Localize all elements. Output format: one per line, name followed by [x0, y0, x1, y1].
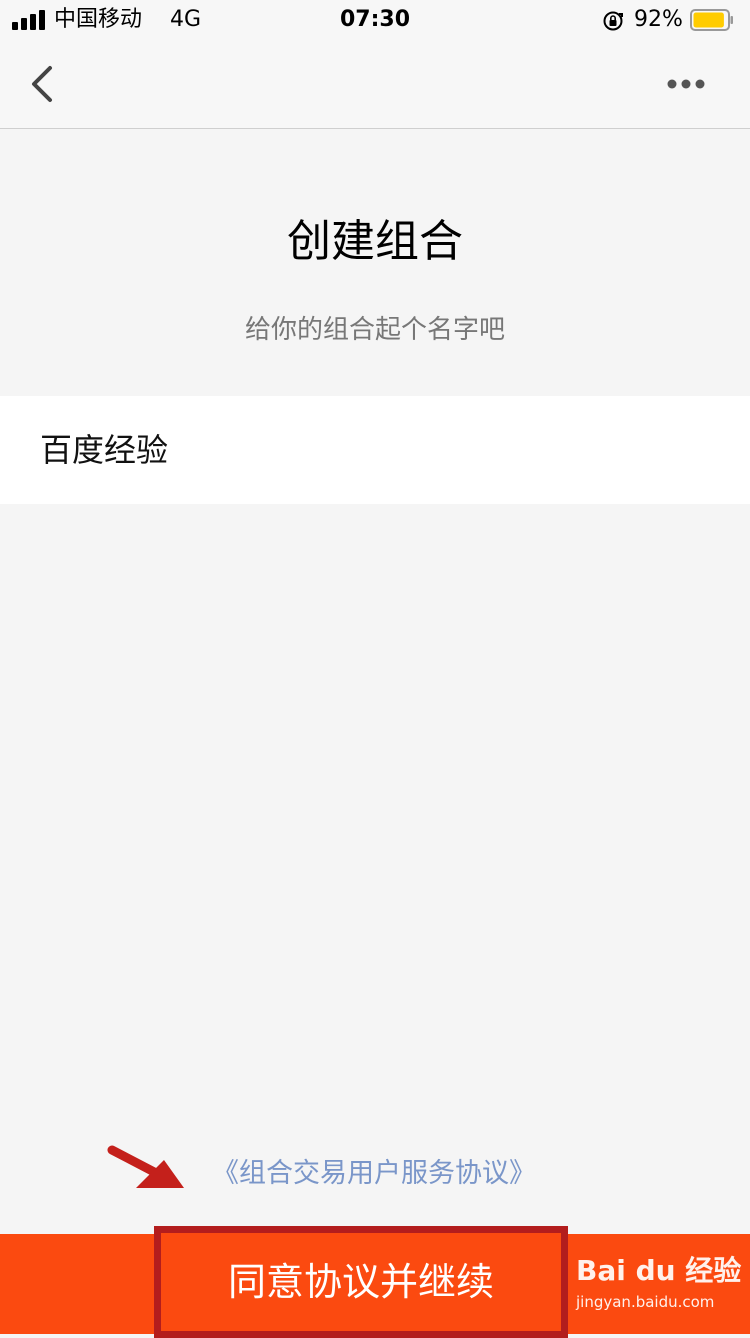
chevron-left-icon[interactable]	[22, 62, 62, 106]
battery-percent: 92%	[634, 7, 683, 32]
name-input-row	[0, 396, 750, 504]
status-bar: 中国移动 4G 07:30 92%	[0, 0, 750, 40]
agree-continue-button[interactable]: 同意协议并继续	[154, 1226, 568, 1338]
page-title: 创建组合	[287, 216, 463, 267]
navigation-bar	[0, 40, 750, 129]
watermark-url: jingyan.baidu.com	[576, 1293, 715, 1311]
baidu-jingyan-watermark: Bai du 经验 jingyan.baidu.com	[574, 1254, 741, 1320]
watermark-brand: Bai du 经验	[576, 1254, 742, 1287]
battery-icon	[690, 9, 733, 31]
annotation-arrow-icon	[107, 1145, 184, 1188]
portfolio-name-input[interactable]	[40, 424, 700, 476]
service-agreement-link[interactable]: 《组合交易用户服务协议》	[212, 1154, 536, 1194]
more-dots-icon[interactable]	[662, 70, 710, 98]
orientation-lock-icon	[603, 11, 623, 31]
page-subtitle: 给你的组合起个名字吧	[244, 315, 505, 345]
